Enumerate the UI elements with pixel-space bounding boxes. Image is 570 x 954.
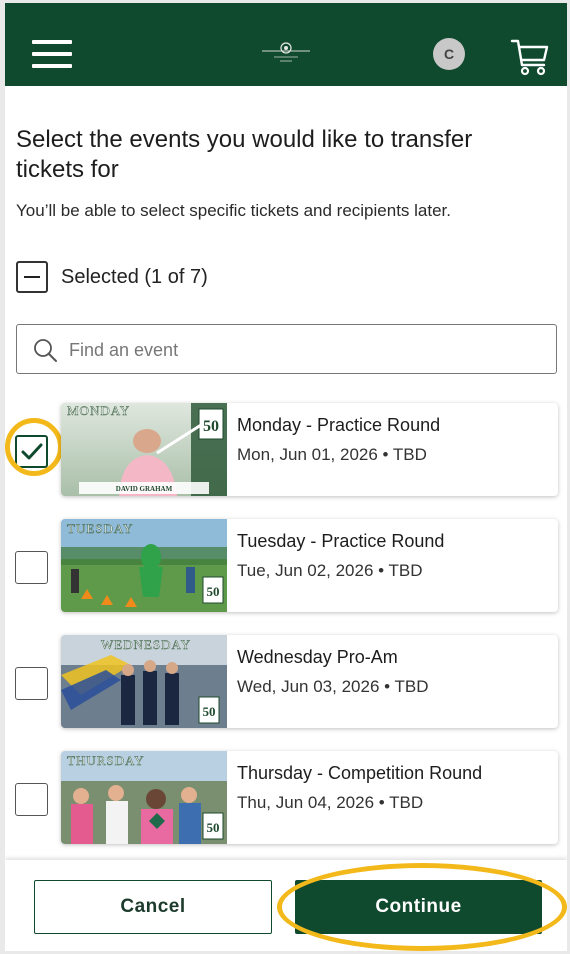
event-checkbox-thursday[interactable] [15,783,48,816]
action-footer: Cancel Continue [5,860,567,951]
event-checkbox-wednesday[interactable] [15,667,48,700]
event-date: Wed, Jun 03, 2026 • TBD [237,677,429,696]
svg-text:50: 50 [207,820,220,835]
event-image-wednesday: WEDNESDAY 50 [61,635,227,728]
event-name: Monday - Practice Round [237,415,441,435]
image-caption: DAVID GRAHAM [116,485,173,493]
search-input[interactable] [67,333,541,367]
event-card-tuesday[interactable]: TUESDAY 50 Tuesday - Practice Round Tue,… [61,519,558,612]
banner-text: THURSDAY [67,753,145,768]
svg-text:50: 50 [203,704,216,719]
event-date: Tue, Jun 02, 2026 • TBD [237,561,423,580]
highlight-ring-checkbox [5,418,63,476]
select-all-checkbox[interactable] [16,261,48,293]
event-name: Wednesday Pro-Am [237,647,398,667]
event-image-tuesday: TUESDAY 50 [61,519,227,612]
page-subtitle: You’ll be able to select specific ticket… [16,201,452,220]
event-card-monday[interactable]: 50 MONDAY DAVID GRAHAM Monday - Practice… [61,403,558,496]
selected-count-label: Selected (1 of 7) [61,266,208,288]
user-avatar[interactable]: C [433,38,465,70]
event-name: Tuesday - Practice Round [237,531,445,551]
svg-text:50: 50 [207,584,220,599]
event-image-monday: 50 MONDAY DAVID GRAHAM [61,403,227,496]
banner-text: MONDAY [67,403,130,418]
search-icon [34,339,57,362]
app-frame: C Select the events you would like to tr… [5,3,567,951]
event-name: Thursday - Competition Round [237,763,483,783]
banner-text: TUESDAY [67,521,133,536]
event-date: Thu, Jun 04, 2026 • TBD [237,793,424,812]
event-checkbox-tuesday[interactable] [15,551,48,584]
page-title: Select the events you would like to tran… [16,126,473,183]
event-image-thursday: THURSDAY 50 [61,751,227,844]
continue-button[interactable]: Continue [295,880,542,934]
tournament-logo[interactable] [260,39,312,65]
menu-icon[interactable] [32,40,72,68]
event-card-wednesday[interactable]: WEDNESDAY 50 Wednesday Pro-Am Wed, Jun 0… [61,635,558,728]
top-header: C [5,3,567,86]
event-search [16,324,557,374]
event-card-thursday[interactable]: THURSDAY 50 Thursday - Competition Round… [61,751,558,844]
banner-text: WEDNESDAY [101,637,191,652]
svg-text:50: 50 [203,418,219,435]
cancel-button[interactable]: Cancel [34,880,272,934]
event-date: Mon, Jun 01, 2026 • TBD [237,445,427,464]
cart-icon[interactable] [510,37,550,77]
